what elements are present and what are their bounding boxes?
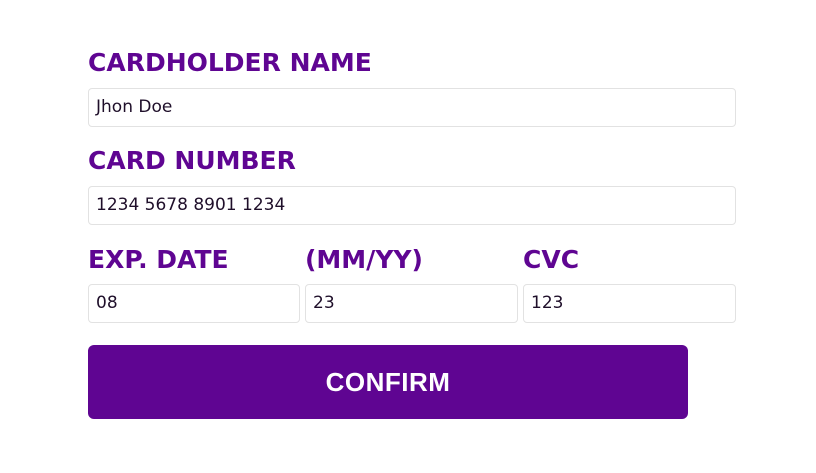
exp-year-field[interactable]: 23 — [305, 284, 518, 323]
exp-date-label: EXP. DATE — [88, 245, 229, 274]
confirm-button[interactable]: CONFIRM — [88, 345, 688, 419]
card-number-field[interactable]: 1234 5678 8901 1234 — [88, 186, 736, 225]
card-number-label: CARD NUMBER — [88, 146, 296, 175]
cvc-field[interactable]: 123 — [523, 284, 736, 323]
cvc-label: CVC — [523, 245, 580, 274]
exp-month-field[interactable]: 08 — [88, 284, 300, 323]
cardholder-name-field[interactable]: Jhon Doe — [88, 88, 736, 127]
exp-format-label: (MM/YY) — [305, 245, 423, 274]
cardholder-name-label: CARDHOLDER NAME — [88, 48, 372, 77]
